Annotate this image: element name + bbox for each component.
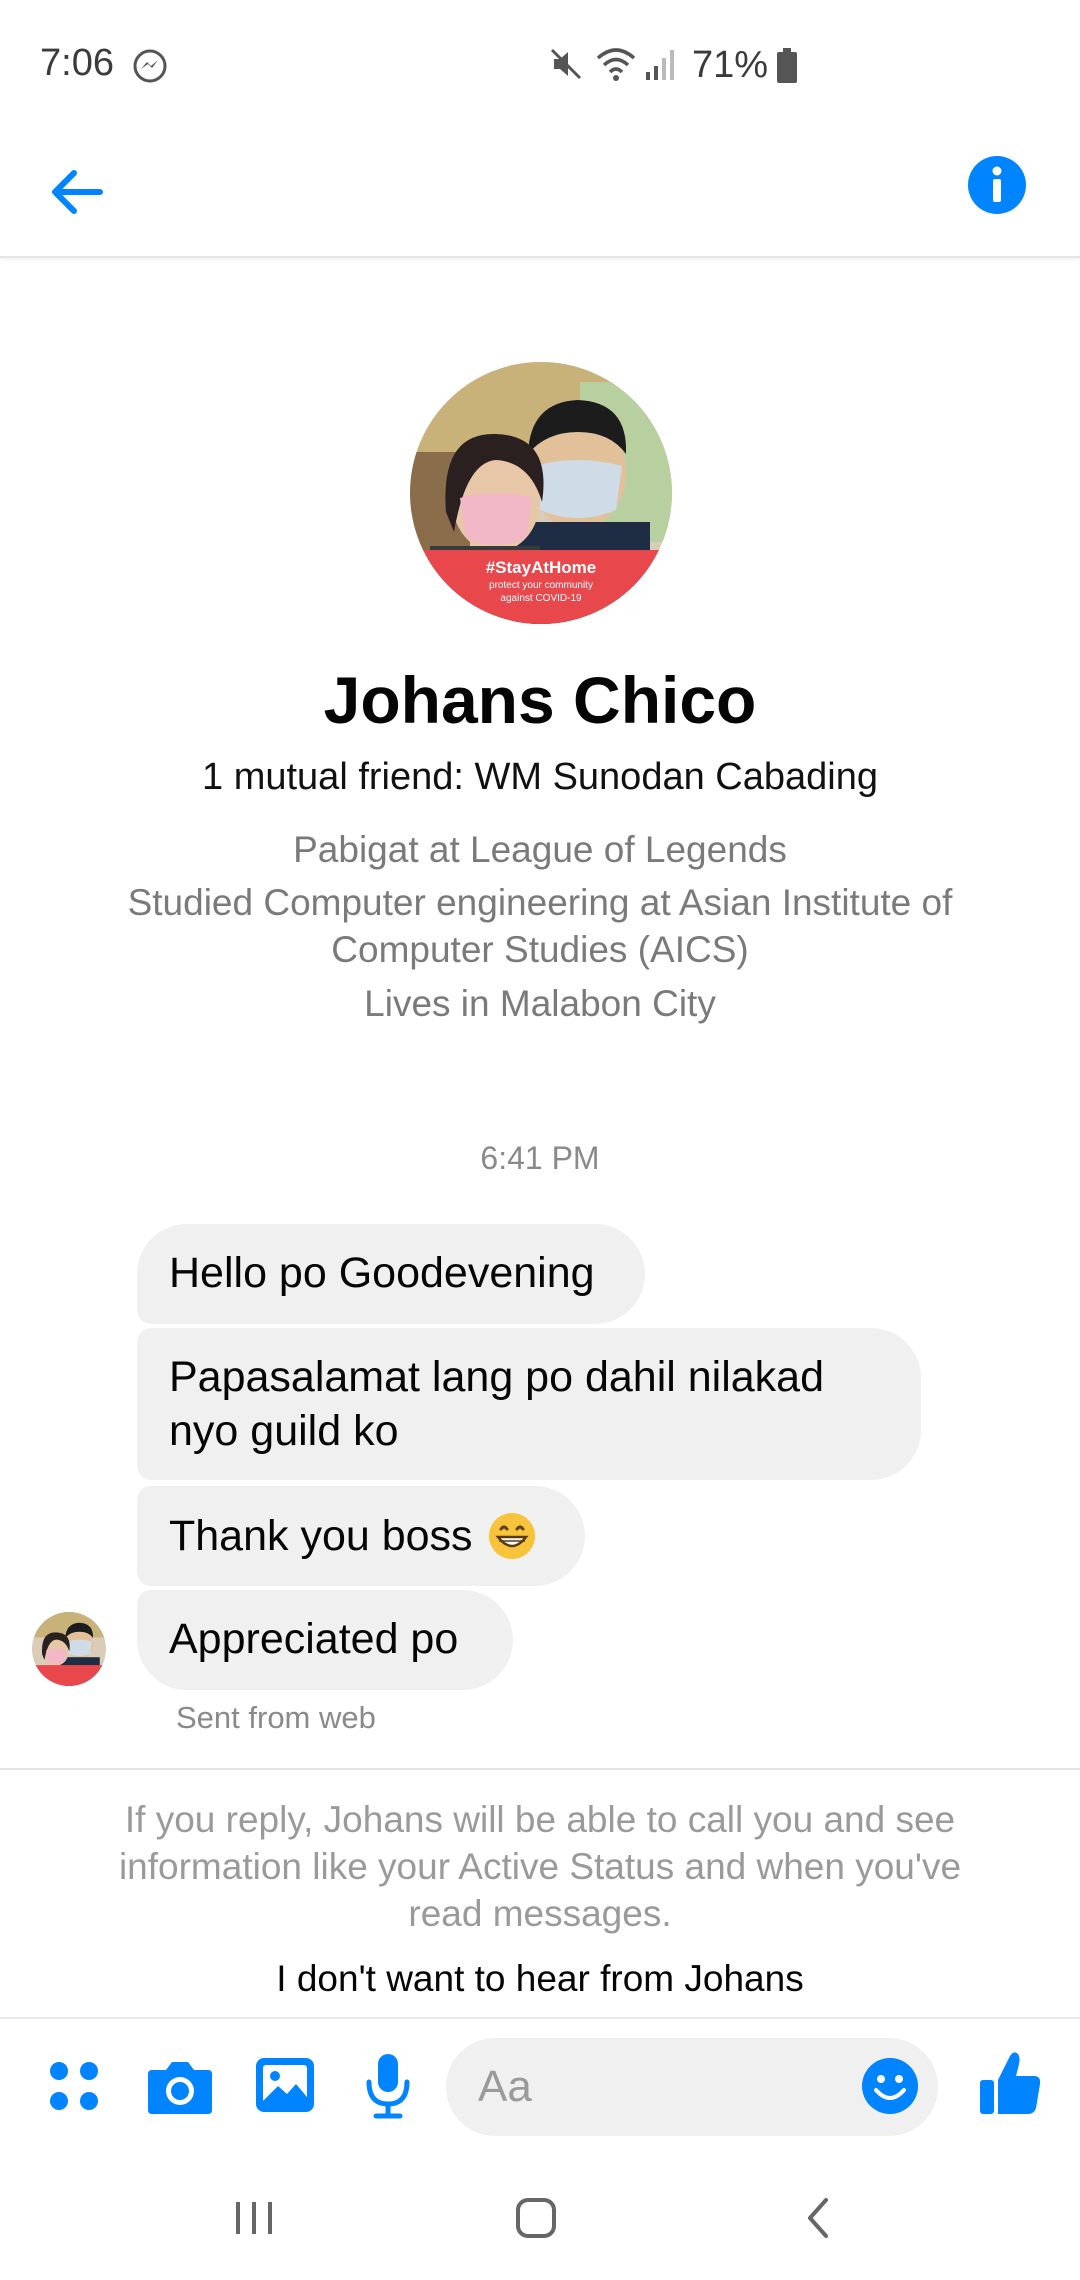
profile-education-line1: Studied Computer engineering at Asian In… (127, 882, 953, 923)
message-bubble[interactable]: Hello po Goodevening (137, 1224, 645, 1324)
message-input-placeholder[interactable]: Aa (478, 2062, 532, 2112)
message-text: Thank you boss (169, 1512, 473, 1560)
profile-avatar[interactable]: #StayAtHome protect your community again… (410, 362, 672, 624)
status-time: 7:06 (40, 42, 114, 84)
divider (0, 1768, 1080, 1770)
profile-location: Lives in Malabon City (364, 983, 716, 1024)
messenger-icon (132, 48, 168, 89)
sent-from-web-note: Sent from web (176, 1700, 376, 1735)
message-text: Hello po Goodevening (169, 1249, 595, 1297)
message-bubble[interactable]: Thank you boss (137, 1486, 585, 1586)
reply-notice-line2: information like your Active Status and … (118, 1846, 962, 1887)
message-bubble[interactable]: Appreciated po (137, 1590, 513, 1690)
avatar-banner-subtext: protect your community (489, 580, 593, 591)
message-text-line1: Papasalamat lang po dahil nilakad (169, 1353, 825, 1401)
status-bar: 7:06 71% (0, 0, 1080, 130)
reply-notice: If you reply, Johans will be able to cal… (60, 1796, 1020, 1937)
message-bubble[interactable]: Papasalamat lang po dahil nilakad nyo gu… (137, 1328, 921, 1480)
profile-name: Johans Chico (323, 663, 757, 737)
profile-education-line2: Computer Studies (AICS) (331, 929, 749, 970)
camera-icon[interactable] (146, 2056, 214, 2116)
sender-avatar[interactable] (32, 1612, 106, 1686)
reply-notice-line3: read messages. (408, 1893, 672, 1934)
back-arrow-icon[interactable] (40, 156, 112, 228)
wifi-icon (594, 44, 638, 89)
thumbs-up-icon[interactable] (978, 2050, 1044, 2118)
mutual-friends: 1 mutual friend: WM Sunodan Cabading (202, 756, 878, 798)
avatar-banner-text: #StayAtHome (485, 558, 597, 577)
grinning-emoji-icon (487, 1511, 537, 1561)
gallery-icon[interactable] (254, 2056, 316, 2116)
apps-icon[interactable] (44, 2056, 104, 2116)
message-text: Appreciated po (169, 1615, 459, 1663)
signal-icon (644, 46, 678, 87)
profile-work: Pabigat at League of Legends (293, 829, 787, 870)
composer-divider (0, 2017, 1080, 2019)
emoji-icon[interactable] (860, 2056, 920, 2116)
message-text-line2: nyo guild ko (169, 1407, 399, 1455)
message-timestamp: 6:41 PM (480, 1140, 600, 1176)
microphone-icon[interactable] (364, 2052, 412, 2120)
reply-notice-line1: If you reply, Johans will be able to cal… (124, 1799, 956, 1840)
block-messages-link[interactable]: I don't want to hear from Johans (0, 1958, 1080, 2000)
avatar-banner-subtext-2: against COVID-19 (500, 593, 582, 604)
home-icon[interactable] (514, 2196, 558, 2240)
recent-apps-icon[interactable] (232, 2196, 276, 2240)
info-icon[interactable] (966, 154, 1028, 216)
battery-icon (776, 48, 798, 89)
mute-icon (548, 46, 584, 87)
conversation-header (0, 130, 1080, 258)
battery-percent: 71% (692, 44, 769, 86)
back-nav-icon[interactable] (798, 2196, 842, 2240)
